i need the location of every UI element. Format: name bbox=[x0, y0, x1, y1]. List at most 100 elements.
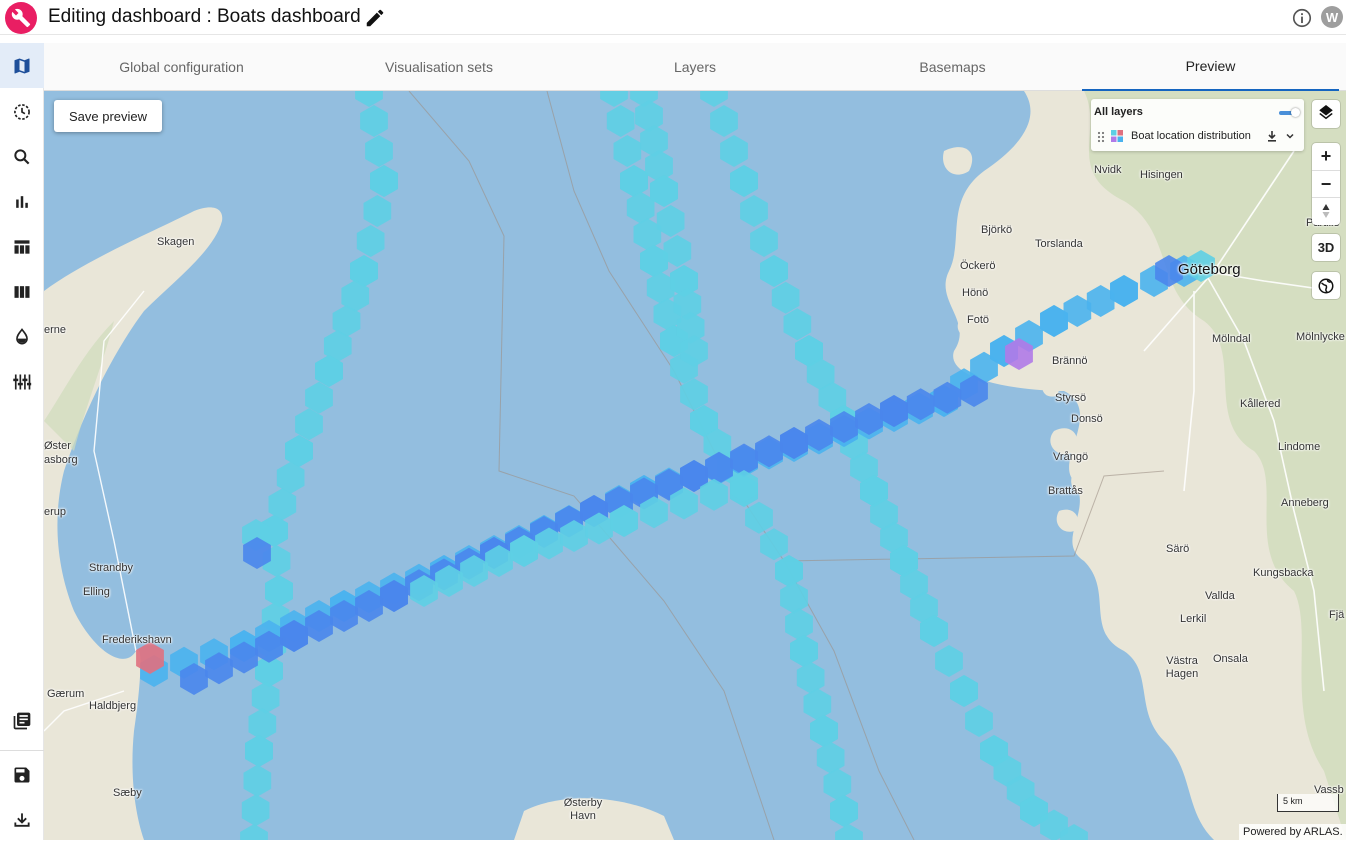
all-layers-toggle[interactable] bbox=[1279, 108, 1301, 117]
hex-cell bbox=[823, 768, 852, 801]
user-avatar[interactable]: W bbox=[1321, 6, 1343, 28]
tab-basemaps[interactable]: Basemaps bbox=[831, 43, 1074, 91]
hex-cell bbox=[276, 461, 305, 494]
place-label: Frederikshavn bbox=[102, 634, 172, 646]
sidebar-item-styles[interactable] bbox=[0, 314, 44, 359]
info-icon[interactable] bbox=[1291, 7, 1313, 29]
sidebar-divider bbox=[0, 750, 44, 751]
place-label: Øster bbox=[44, 440, 71, 452]
place-label: Styrsö bbox=[1055, 392, 1087, 404]
map-icon bbox=[14, 58, 30, 73]
hex-cell bbox=[830, 795, 858, 827]
hex-cell bbox=[710, 105, 738, 137]
tab-visualisation-sets[interactable]: Visualisation sets bbox=[319, 43, 559, 91]
layers-legend-panel: All layers Boat location distribution bbox=[1091, 99, 1304, 151]
download-layer-icon[interactable] bbox=[1266, 130, 1278, 142]
hex-cell bbox=[771, 281, 800, 314]
sidebar-item-timeline[interactable] bbox=[0, 89, 44, 134]
place-label: Strandby bbox=[89, 562, 134, 574]
sidebar-item-filters[interactable] bbox=[0, 359, 44, 404]
timeline-icon bbox=[14, 103, 30, 120]
globe-toggle-button[interactable] bbox=[1312, 272, 1340, 299]
zoom-in-button[interactable]: + bbox=[1312, 143, 1340, 170]
place-label: Donsö bbox=[1071, 413, 1103, 425]
hex-cell bbox=[750, 225, 778, 257]
layers-toggle-button[interactable] bbox=[1312, 100, 1340, 128]
layer-name: Boat location distribution bbox=[1131, 130, 1251, 142]
sidebar-item-analytics[interactable] bbox=[0, 179, 44, 224]
layers-icon bbox=[1319, 104, 1333, 119]
hex-cell bbox=[810, 715, 838, 747]
place-label: Brännö bbox=[1052, 355, 1088, 367]
table-icon bbox=[14, 239, 30, 254]
sidebar-item-table[interactable] bbox=[0, 224, 44, 269]
save-icon bbox=[14, 767, 30, 782]
map-attribution[interactable]: Powered by ARLAS. bbox=[1239, 824, 1346, 840]
place-label: Kållered bbox=[1240, 398, 1281, 410]
hex-cell bbox=[745, 501, 773, 534]
drop-icon bbox=[16, 327, 28, 344]
hex-cell bbox=[251, 681, 280, 714]
place-label: Hisingen bbox=[1140, 169, 1183, 181]
arlas-logo-wrench-icon[interactable] bbox=[5, 2, 37, 34]
hex-cell bbox=[790, 635, 818, 667]
place-label: Lerkil bbox=[1180, 613, 1207, 625]
sidebar-item-save[interactable] bbox=[0, 752, 44, 797]
tab-global-configuration[interactable]: Global configuration bbox=[44, 43, 319, 91]
place-label: Kungsbacka bbox=[1253, 567, 1314, 579]
left-sidebar bbox=[0, 43, 44, 840]
place-label: Särö bbox=[1166, 543, 1190, 555]
hex-cell bbox=[700, 91, 728, 107]
sliders-icon bbox=[13, 374, 32, 389]
place-label: Hönö bbox=[962, 287, 989, 299]
sidebar-item-library[interactable] bbox=[0, 698, 44, 743]
hex-cell bbox=[268, 488, 297, 521]
hex-cell bbox=[265, 575, 293, 607]
place-label: Mölnlycke bbox=[1296, 331, 1345, 343]
sidebar-item-search[interactable] bbox=[0, 134, 44, 179]
place-label: Sæby bbox=[113, 787, 142, 799]
place-label: erne bbox=[44, 324, 67, 336]
hex-cell bbox=[785, 608, 813, 641]
sidebar-item-download[interactable] bbox=[0, 797, 44, 842]
tab-preview[interactable]: Preview bbox=[1082, 43, 1339, 91]
zoom-out-button[interactable]: − bbox=[1312, 170, 1340, 197]
sidebar-item-columns[interactable] bbox=[0, 269, 44, 314]
layer-item-boat-location[interactable]: Boat location distribution bbox=[1097, 129, 1301, 145]
edit-pencil-icon[interactable] bbox=[364, 7, 386, 29]
place-label: Gærum bbox=[47, 688, 85, 700]
place-label: Haldbjerg bbox=[89, 700, 137, 712]
compass-button[interactable] bbox=[1312, 197, 1340, 224]
hex-cell bbox=[760, 528, 788, 561]
bar-chart-icon bbox=[16, 195, 28, 208]
tab-layers[interactable]: Layers bbox=[559, 43, 831, 91]
map-scale-bar: 5 km bbox=[1277, 794, 1339, 812]
3d-toggle-button[interactable]: 3D bbox=[1312, 234, 1340, 261]
hex-cell bbox=[950, 675, 978, 707]
hex-cell bbox=[816, 741, 845, 774]
hex-cell bbox=[835, 824, 863, 840]
hex-cell bbox=[965, 705, 993, 737]
place-label: Elling bbox=[83, 586, 110, 598]
map-preview[interactable]: Skagen Nvidk Hisingen Björkö Torslanda Ö… bbox=[44, 91, 1346, 840]
place-label: Mölndal bbox=[1212, 333, 1251, 345]
place-label: asborg bbox=[44, 454, 78, 466]
hex-cell bbox=[365, 135, 393, 167]
hex-cell bbox=[248, 708, 277, 741]
save-preview-button[interactable]: Save preview bbox=[54, 100, 162, 132]
place-label: Björkö bbox=[981, 224, 1013, 236]
place-label: Nvidk bbox=[1094, 164, 1122, 176]
hex-cell bbox=[356, 225, 385, 257]
hex-cell bbox=[796, 661, 825, 694]
drag-handle-icon[interactable] bbox=[1097, 131, 1105, 143]
hex-cell bbox=[720, 135, 748, 167]
globe-icon bbox=[1318, 278, 1334, 293]
place-label: Vallda bbox=[1205, 590, 1235, 602]
hex-cell bbox=[935, 645, 963, 677]
place-label: Fjä bbox=[1329, 609, 1345, 621]
columns-icon bbox=[14, 285, 30, 298]
chevron-down-icon[interactable] bbox=[1285, 131, 1295, 141]
sidebar-item-map[interactable] bbox=[0, 43, 44, 88]
hex-cell bbox=[635, 100, 663, 132]
hex-cell bbox=[645, 150, 673, 182]
